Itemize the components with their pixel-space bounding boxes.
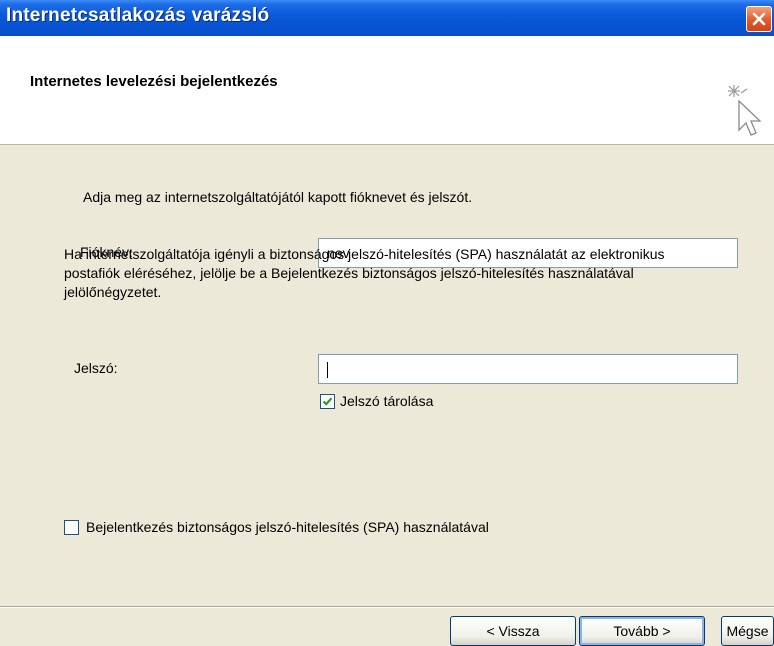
wizard-cursor-icon [728,85,762,136]
spa-checkbox[interactable] [64,520,79,535]
spa-checkbox-label[interactable]: Bejelentkezés biztonságos jelszó-hiteles… [86,519,489,535]
title-bar[interactable]: Internetcsatlakozás varázsló [0,0,774,36]
password-label: Jelszó: [74,360,118,376]
close-button[interactable] [746,6,772,32]
text-cursor [327,362,328,379]
back-button[interactable]: < Vissza [450,616,576,646]
cancel-button[interactable]: Mégse [721,616,774,646]
wizard-header: Internetes levelezési bejelentkezés [0,36,774,145]
window-title: Internetcsatlakozás varázsló [6,5,270,26]
remember-password-label[interactable]: Jelszó tárolása [340,393,433,409]
page-title: Internetes levelezési bejelentkezés [30,73,278,90]
next-button[interactable]: Tovább > [579,616,705,646]
password-input[interactable] [318,354,738,384]
close-icon [752,12,766,26]
button-separator [0,606,774,608]
spa-info-text: Ha internetszolgáltatója igényli a bizto… [64,246,665,300]
intro-text: Adja meg az internetszolgáltatójától kap… [83,189,473,205]
checkmark-icon [322,397,333,406]
remember-password-checkbox[interactable] [320,394,335,409]
